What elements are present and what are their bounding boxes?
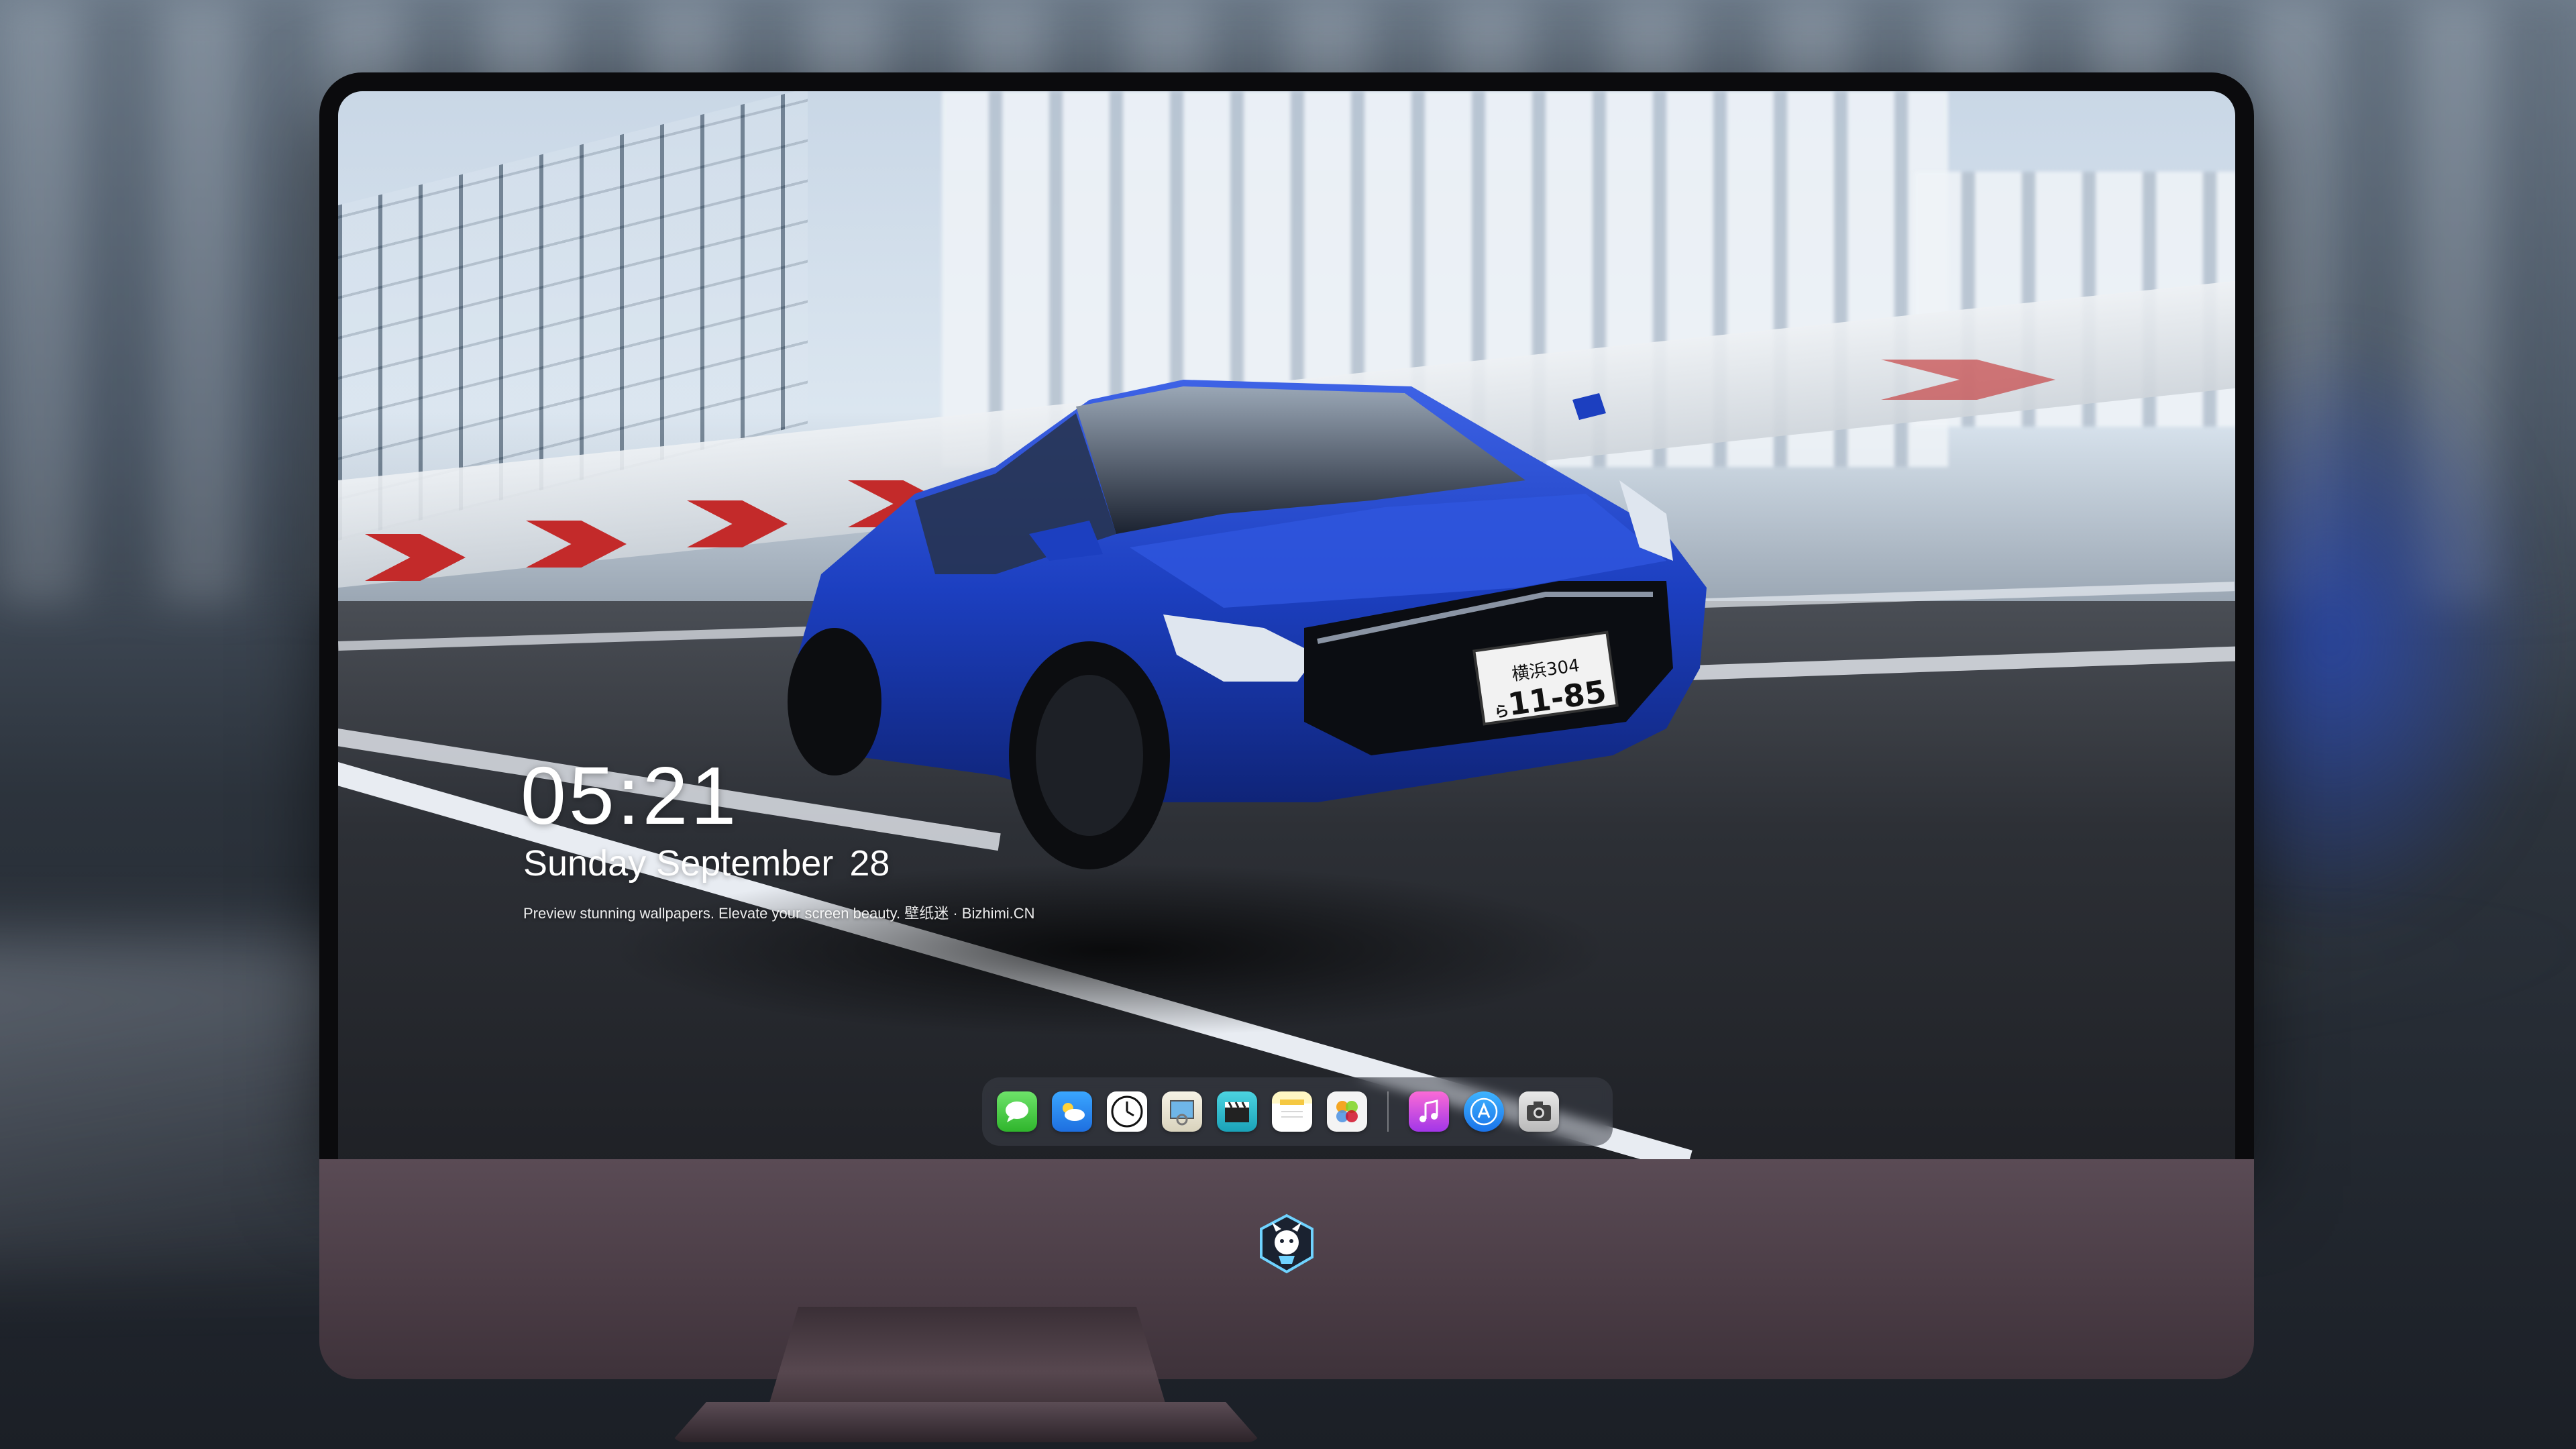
brand-logo-icon (1260, 1214, 1313, 1274)
car-image (788, 380, 1707, 869)
monitor-stand-base (671, 1402, 1261, 1442)
preview-icon[interactable] (1162, 1091, 1202, 1132)
wallpaper-caption: Preview stunning wallpapers. Elevate you… (523, 905, 1035, 922)
monitor-stand (766, 1307, 1169, 1414)
notes-icon[interactable] (1272, 1091, 1312, 1132)
dock (982, 1077, 1613, 1146)
photos-icon[interactable] (1327, 1091, 1367, 1132)
imac-mockup: 横浜304 ら11-85 05:21 Sunday September 28 Pr… (319, 72, 2254, 1379)
lock-clock: 05:21 (521, 750, 739, 841)
dock-separator (1387, 1091, 1389, 1132)
camera-icon[interactable] (1519, 1091, 1559, 1132)
clapper-icon[interactable] (1217, 1091, 1257, 1132)
lock-date: Sunday September 28 (523, 843, 890, 884)
desktop-screen: 横浜304 ら11-85 05:21 Sunday September 28 Pr… (338, 91, 2235, 1159)
date-month: September (656, 843, 834, 883)
clock-icon[interactable] (1107, 1091, 1147, 1132)
messages-icon[interactable] (997, 1091, 1037, 1132)
weather-icon[interactable] (1052, 1091, 1092, 1132)
music-icon[interactable] (1409, 1091, 1449, 1132)
monitor-chin (319, 1159, 2254, 1379)
app-store-icon[interactable] (1464, 1091, 1504, 1132)
date-weekday: Sunday (523, 843, 647, 883)
date-day: 28 (849, 843, 890, 883)
